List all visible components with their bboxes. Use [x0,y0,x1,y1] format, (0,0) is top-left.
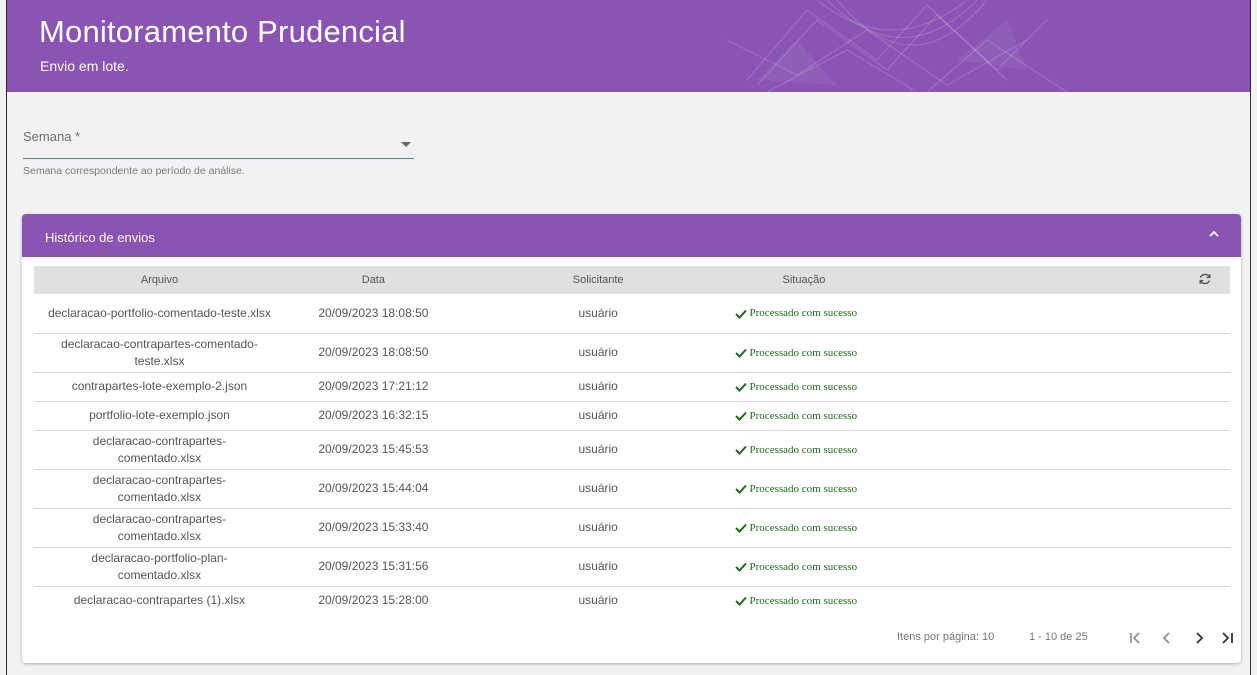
checkmark-icon [734,445,747,455]
requester: usuário [461,294,735,334]
status-label: Processado com sucesso [734,409,858,422]
status-text: Processado com sucesso [749,380,858,393]
column-header-status: Situação [782,274,826,286]
upload-date: 20/09/2023 15:33:40 [284,508,462,548]
requester: usuário [461,469,735,509]
status-text: Processado com sucesso [749,443,858,456]
upload-date: 20/09/2023 18:08:50 [284,333,462,373]
file-name: declaracao-contrapartes-comentado-teste.… [61,336,258,368]
last-page-icon[interactable] [1217,628,1237,648]
status-text: Processado com sucesso [749,482,858,495]
column-header-file: Arquivo [140,274,179,286]
history-panel-header[interactable]: Histórico de envios [22,214,1241,257]
upload-date: 20/09/2023 18:08:50 [284,294,462,334]
status-text: Processado com sucesso [749,521,858,534]
status-label: Processado com sucesso [734,482,858,495]
week-select-hint: Semana correspondente ao período de anál… [23,165,245,177]
checkmark-icon [734,523,747,533]
checkmark-icon [734,382,747,392]
first-page-icon[interactable] [1125,628,1145,648]
file-name: declaracao-contrapartes-comentado.xlsx [92,511,227,543]
file-name: portfolio-lote-exemplo.json [89,408,230,422]
checkmark-icon [734,597,747,607]
file-name: declaracao-contrapartes (1).xlsx [73,593,246,608]
app-frame: Monitoramento Prudencial Envio em lote. … [6,0,1251,675]
refresh-icon[interactable] [1198,272,1212,286]
upload-date: 20/09/2023 15:44:04 [284,469,462,509]
page-title: Monitoramento Prudencial [39,14,406,49]
requester: usuário [461,547,735,587]
upload-date: 20/09/2023 17:21:12 [284,372,462,402]
file-name: contrapartes-lote-exemplo-2.json [71,379,248,393]
items-per-page[interactable]: Itens por página: 10 [897,631,994,643]
column-header-requester: Solicitante [572,274,624,286]
status-text: Processado com sucesso [749,346,858,359]
checkmark-icon [734,309,747,319]
week-select[interactable]: Semana * [23,128,414,159]
page-range: 1 - 10 de 25 [1029,631,1088,643]
header-decoration [726,0,1068,92]
status-text: Processado com sucesso [749,307,858,320]
file-name: declaracao-contrapartes-comentado.xlsx [92,472,227,504]
status-label: Processado com sucesso [734,560,858,573]
table-row: declaracao-contrapartes (1).xlsx 20/09/2… [34,586,1230,615]
upload-date: 20/09/2023 15:28:00 [318,593,429,608]
next-page-icon[interactable] [1189,628,1209,648]
requester: usuário [461,401,735,431]
status-label: Processado com sucesso [734,307,858,320]
upload-date: 20/09/2023 15:31:56 [284,547,462,587]
status-text: Processado com sucesso [749,594,858,607]
table-row: declaracao-portfolio-comentado-teste.xls… [34,294,1230,334]
page-header: Monitoramento Prudencial Envio em lote. [7,0,1250,92]
checkmark-icon [734,411,747,421]
page-subtitle: Envio em lote. [40,58,129,74]
file-name: declaracao-contrapartes-comentado.xlsx [92,433,227,465]
status-label: Processado com sucesso [734,380,858,393]
status-label: Processado com sucesso [734,594,858,607]
status-text: Processado com sucesso [749,560,858,573]
column-header-date: Data [361,274,385,286]
history-table: Arquivo Data Solicitante Situação declar… [34,266,1230,615]
requester: usuário [461,333,735,373]
requester: usuário [578,593,618,608]
checkmark-icon [734,562,747,572]
status-label: Processado com sucesso [734,443,858,456]
upload-date: 20/09/2023 16:32:15 [284,401,462,431]
requester: usuário [461,372,735,402]
table-header-row: Arquivo Data Solicitante Situação [34,266,1230,294]
status-label: Processado com sucesso [734,346,858,359]
requester: usuário [461,430,735,470]
status-label: Processado com sucesso [734,521,858,534]
file-name: declaracao-portfolio-comentado-teste.xls… [48,305,271,320]
refresh-cell [969,266,1230,294]
file-name: declaracao-portfolio-plan-comentado.xlsx [91,550,228,582]
table-row: declaracao-contrapartes-comentado-teste.… [34,333,1230,373]
status-text: Processado com sucesso [749,409,858,422]
table-row: declaracao-contrapartes-comentado.xlsx 2… [34,430,1230,470]
history-panel: Histórico de envios Arquivo Data Solicit… [22,214,1241,663]
table-row: declaracao-contrapartes-comentado.xlsx 2… [34,469,1230,509]
checkmark-icon [734,348,747,358]
checkmark-icon [734,484,747,494]
previous-page-icon[interactable] [1157,628,1177,648]
history-panel-title: Histórico de envios [45,230,155,245]
table-row: declaracao-contrapartes-comentado.xlsx 2… [34,508,1230,548]
paginator: Itens por página: 10 1 - 10 de 25 [841,626,1241,650]
table-row: contrapartes-lote-exemplo-2.json 20/09/2… [34,372,1230,402]
week-select-label: Semana * [23,129,81,144]
upload-date: 20/09/2023 15:45:53 [284,430,462,470]
chevron-up-icon[interactable] [1207,227,1221,241]
table-row: declaracao-portfolio-plan-comentado.xlsx… [34,547,1230,587]
requester: usuário [461,508,735,548]
table-row: portfolio-lote-exemplo.json 20/09/2023 1… [34,401,1230,431]
dropdown-caret-icon[interactable] [401,142,411,147]
